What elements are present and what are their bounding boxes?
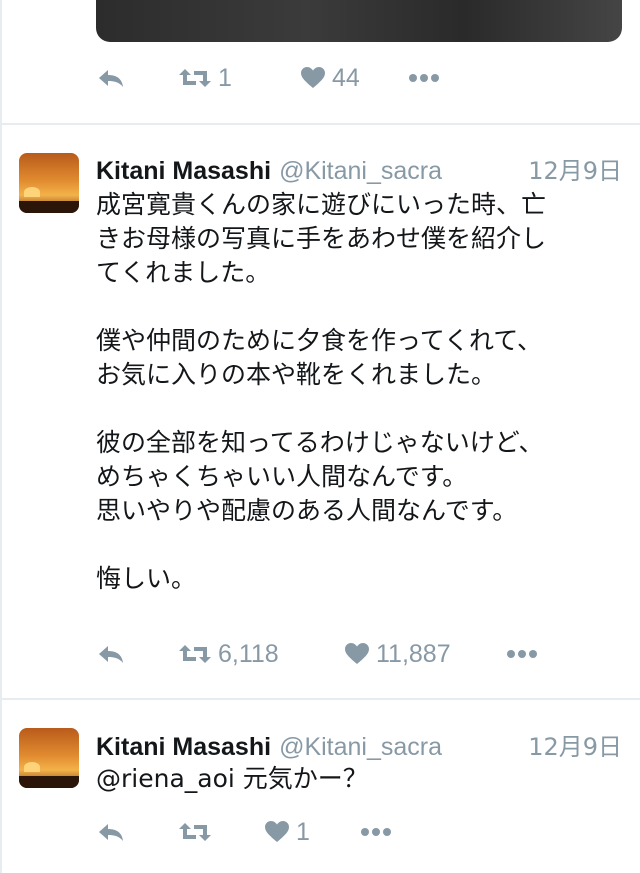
tweet-date[interactable]: 12月9日 — [528, 151, 622, 186]
tweet-line: めちゃくちゃいい人間なんです。 — [96, 462, 468, 491]
tweet-text: 成宮寛貴くんの家に遊びにいった時、亡 きお母様の写真に手をあわせ僕を紹介し てく… — [96, 188, 616, 596]
tweet-header: Kitani Masashi @Kitani_sacra 12月9日 — [96, 727, 622, 762]
tweet-line: 悔しい。 — [96, 564, 197, 593]
avatar-sun — [24, 762, 40, 772]
avatar[interactable] — [19, 153, 79, 213]
author-handle[interactable]: @Kitani_sacra — [279, 733, 442, 762]
reply-button[interactable] — [96, 642, 166, 666]
tweet-line — [96, 290, 616, 324]
heart-icon — [264, 820, 290, 844]
avatar-ground — [19, 776, 79, 788]
heart-icon — [344, 642, 370, 666]
retweet-button[interactable]: 6,118 — [178, 640, 344, 669]
retweet-count: 1 — [218, 63, 232, 92]
reply-icon — [96, 66, 126, 90]
like-count: 1 — [296, 817, 310, 846]
more-button[interactable] — [360, 827, 392, 837]
tweet-line: @riena_aoi 元気かー？ — [96, 764, 368, 793]
more-icon — [408, 73, 440, 83]
heart-icon — [300, 66, 326, 90]
tweet-main-actions: 6,118 11,887 — [96, 636, 538, 672]
tweet-line: 僕や仲間のために夕食を作ってくれて、 — [96, 326, 543, 355]
avatar-sun — [24, 187, 40, 197]
reply-button[interactable] — [96, 66, 166, 90]
like-button[interactable]: 44 — [300, 64, 408, 93]
retweet-icon — [178, 66, 212, 90]
avatar[interactable] — [19, 728, 79, 788]
retweet-count: 6,118 — [218, 639, 279, 668]
retweet-icon — [178, 820, 212, 844]
reply-icon — [96, 642, 126, 666]
like-count: 11,887 — [376, 639, 451, 668]
more-icon — [360, 827, 392, 837]
retweet-icon — [178, 642, 212, 666]
author-name[interactable]: Kitani Masashi — [96, 733, 271, 762]
like-button[interactable]: 11,887 — [344, 640, 506, 669]
tweet-line — [96, 528, 616, 562]
timeline: 1 44 Kitani Masashi @Kitani_sacra 12月9日 … — [0, 0, 640, 873]
tweet-divider — [0, 123, 640, 125]
reply-icon — [96, 820, 126, 844]
tweet-header: Kitani Masashi @Kitani_sacra 12月9日 — [96, 151, 622, 186]
retweet-button[interactable] — [178, 820, 264, 844]
like-button[interactable]: 1 — [264, 818, 360, 847]
tweet-line: てくれました。 — [96, 258, 271, 287]
tweet-line: 思いやりや配慮のある人間なんです。 — [96, 496, 518, 525]
timeline-border — [0, 0, 2, 873]
more-button[interactable] — [506, 649, 538, 659]
more-icon — [506, 649, 538, 659]
tweet-line: きお母様の写真に手をあわせ僕を紹介し — [96, 224, 547, 253]
tweet-line: 成宮寛貴くんの家に遊びにいった時、亡 — [96, 190, 547, 219]
tweet-line — [96, 392, 616, 426]
tweet-text: @riena_aoi 元気かー？ — [96, 762, 616, 796]
tweet-line: お気に入りの本や靴をくれました。 — [96, 360, 497, 389]
author-name[interactable]: Kitani Masashi — [96, 157, 271, 186]
avatar-ground — [19, 201, 79, 213]
tweet-top-actions: 1 44 — [96, 60, 440, 96]
reply-button[interactable] — [96, 820, 166, 844]
author-handle[interactable]: @Kitani_sacra — [279, 157, 442, 186]
tweet-date[interactable]: 12月9日 — [528, 727, 622, 762]
like-count: 44 — [332, 63, 360, 92]
tweet-media-image[interactable] — [96, 0, 622, 42]
tweet-line: 彼の全部を知ってるわけじゃないけど、 — [96, 428, 544, 457]
tweet-divider — [0, 698, 640, 700]
tweet-reply-actions: 1 — [96, 814, 392, 850]
retweet-button[interactable]: 1 — [178, 64, 300, 93]
more-button[interactable] — [408, 73, 440, 83]
